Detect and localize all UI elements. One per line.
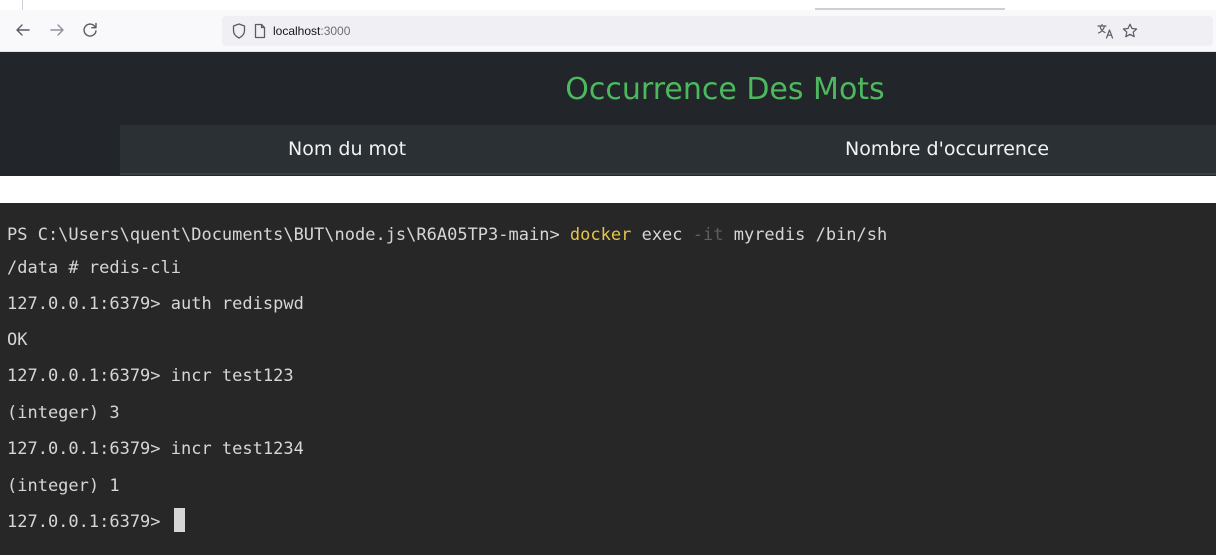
- terminal-line: 127.0.0.1:6379> auth redispwd: [7, 294, 304, 314]
- tracking-protection-shield-icon[interactable]: [230, 22, 248, 40]
- url-port: :3000: [320, 24, 351, 38]
- terminal-line: (integer) 1: [7, 476, 120, 496]
- terminal-line: 127.0.0.1:6379> incr test1234: [7, 439, 304, 459]
- translate-icon[interactable]: [1096, 22, 1116, 40]
- terminal-line: OK: [7, 330, 28, 350]
- terminal-line: 127.0.0.1:6379> incr test123: [7, 366, 294, 386]
- forward-arrow-icon[interactable]: [46, 19, 68, 41]
- powershell-prompt: PS C:\Users\quent\Documents\BUT\node.js\…: [7, 225, 570, 245]
- column-header-word: Nom du mot: [288, 138, 407, 160]
- command-text: exec: [631, 225, 693, 245]
- command-args: myredis /bin/sh: [723, 225, 888, 245]
- command-flag: -it: [692, 225, 724, 245]
- terminal-window[interactable]: PS C:\Users\quent\Documents\BUT\node.js\…: [0, 203, 1216, 555]
- column-header-occurrence: Nombre d'occurrence: [845, 138, 1050, 160]
- terminal-line: PS C:\Users\quent\Documents\BUT\node.js\…: [7, 220, 887, 250]
- url-text[interactable]: localhost:3000: [273, 24, 350, 38]
- page-info-icon[interactable]: [252, 22, 268, 40]
- browser-toolbar: localhost:3000: [0, 10, 1216, 52]
- page-title: Occurrence Des Mots: [565, 72, 885, 107]
- table-header: Nom du mot Nombre d'occurrence: [120, 125, 1216, 175]
- terminal-line: /data # redis-cli: [7, 258, 181, 278]
- redis-prompt: 127.0.0.1:6379>: [7, 512, 171, 532]
- back-arrow-icon[interactable]: [12, 19, 34, 41]
- tab-strip: [0, 0, 1216, 10]
- bookmark-star-icon[interactable]: [1121, 22, 1139, 40]
- reload-icon[interactable]: [79, 19, 101, 41]
- command-keyword: docker: [569, 225, 632, 245]
- terminal-prompt-line[interactable]: 127.0.0.1:6379>: [7, 507, 185, 537]
- terminal-line: (integer) 3: [7, 403, 120, 423]
- web-page: Occurrence Des Mots Nom du mot Nombre d'…: [0, 52, 1216, 176]
- address-bar[interactable]: localhost:3000: [222, 16, 1213, 46]
- text-cursor: [173, 508, 185, 532]
- url-host: localhost: [273, 24, 321, 38]
- tab-separator: [22, 0, 23, 10]
